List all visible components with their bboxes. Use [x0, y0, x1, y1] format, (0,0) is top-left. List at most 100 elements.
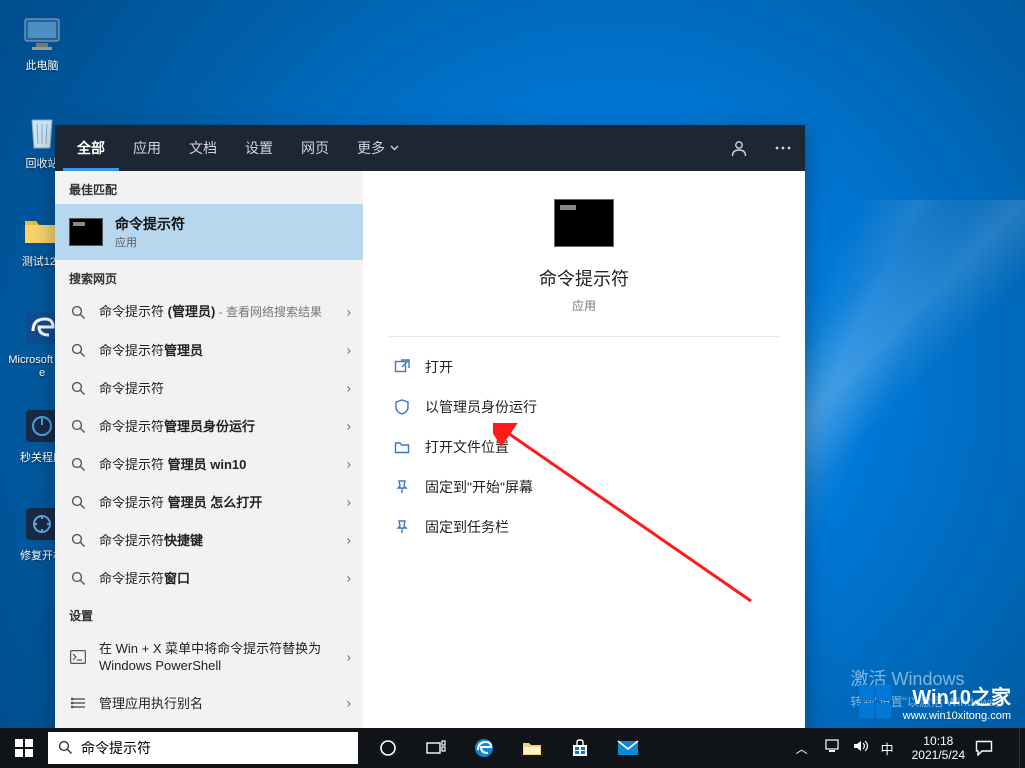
preview-title: 命令提示符 [389, 265, 779, 291]
tray-volume-icon[interactable] [853, 739, 869, 758]
preview-cmd-icon [554, 199, 614, 247]
section-best-match: 最佳匹配 [55, 171, 363, 204]
settings-result[interactable]: 在 Win + X 菜单中将命令提示符替换为 Windows PowerShel… [55, 630, 363, 684]
web-result[interactable]: 命令提示符 (管理员) - 查看网络搜索结果 › [55, 293, 363, 331]
taskbar-edge[interactable] [460, 728, 508, 768]
search-input[interactable] [81, 732, 348, 764]
powershell-setting-icon [69, 648, 87, 666]
settings-result[interactable]: 管理应用执行别名 › [55, 684, 363, 722]
best-match-subtitle: 应用 [115, 234, 185, 250]
action-open[interactable]: 打开 [389, 347, 779, 387]
desktop-icon-label: 回收站 [26, 158, 59, 171]
taskbar-mail[interactable] [604, 728, 652, 768]
tray-overflow-button[interactable]: ︿ [787, 740, 817, 757]
web-result[interactable]: 命令提示符管理员身份运行 › [55, 407, 363, 445]
web-result-text: 命令提示符管理员 [99, 342, 203, 359]
cmd-icon [69, 218, 103, 246]
best-match-title: 命令提示符 [115, 214, 185, 234]
clock-time: 10:18 [912, 734, 965, 748]
action-run-admin[interactable]: 以管理员身份运行 [389, 387, 779, 427]
site-title: Win10之家 [903, 681, 1011, 710]
tab-web[interactable]: 网页 [287, 125, 343, 171]
search-preview-pane: 命令提示符 应用 打开 以管理员身份运行 打开文件位置 固定到"开始"屏幕 [363, 171, 805, 728]
desktop-icon-pc[interactable]: 此电脑 [6, 6, 78, 94]
tray-ime-icon[interactable]: 中 [881, 739, 894, 758]
action-open-location[interactable]: 打开文件位置 [389, 427, 779, 467]
search-tabs: 全部 应用 文档 设置 网页 更多 [55, 125, 805, 171]
chevron-right-icon: › [347, 305, 351, 320]
web-result-text: 命令提示符 [99, 380, 164, 397]
tab-settings[interactable]: 设置 [231, 125, 287, 171]
chevron-right-icon: › [347, 343, 351, 358]
search-icon [69, 379, 87, 397]
task-view-button[interactable] [412, 728, 460, 768]
site-logo-icon [859, 685, 893, 719]
action-pin-start[interactable]: 固定到"开始"屏幕 [389, 467, 779, 507]
action-pin-taskbar[interactable]: 固定到任务栏 [389, 507, 779, 547]
tab-more-label: 更多 [357, 138, 385, 158]
pin-icon [393, 478, 411, 496]
web-result[interactable]: 命令提示符 › [55, 369, 363, 407]
site-url: www.win10xitong.com [903, 710, 1011, 722]
search-icon [69, 417, 87, 435]
site-watermark: Win10之家 www.win10xitong.com [859, 681, 1011, 722]
chevron-right-icon: › [347, 419, 351, 434]
desktop-icon-label: 此电脑 [26, 60, 59, 73]
chevron-right-icon: › [347, 381, 351, 396]
search-results-list: 最佳匹配 命令提示符 应用 搜索网页 命令提示符 (管理员) - 查看网络搜索结… [55, 171, 363, 728]
windows-icon [15, 739, 33, 757]
web-result-text: 命令提示符快捷键 [99, 532, 203, 549]
preview-subtitle: 应用 [389, 297, 779, 314]
cortana-button[interactable] [364, 728, 412, 768]
chevron-right-icon: › [347, 650, 351, 665]
web-result[interactable]: 命令提示符窗口 › [55, 559, 363, 597]
start-button[interactable] [0, 728, 48, 768]
chevron-right-icon: › [347, 571, 351, 586]
tab-docs[interactable]: 文档 [175, 125, 231, 171]
search-icon [69, 531, 87, 549]
clock-date: 2021/5/24 [912, 748, 965, 762]
system-tray: 中 [817, 739, 902, 758]
account-icon[interactable] [717, 125, 761, 171]
taskbar-search-box[interactable] [48, 732, 358, 764]
settings-result-text: 在 Win + X 菜单中将命令提示符替换为 Windows PowerShel… [99, 640, 349, 674]
tab-more[interactable]: 更多 [343, 125, 413, 171]
taskbar-clock[interactable]: 10:18 2021/5/24 [902, 734, 975, 762]
best-match-result[interactable]: 命令提示符 应用 [55, 204, 363, 260]
chevron-right-icon: › [347, 457, 351, 472]
settings-result-text: 管理应用执行别名 [99, 695, 203, 712]
tab-all[interactable]: 全部 [63, 125, 119, 171]
web-result[interactable]: 命令提示符快捷键 › [55, 521, 363, 559]
search-icon [69, 455, 87, 473]
search-icon [69, 303, 87, 321]
web-result-text: 命令提示符窗口 [99, 570, 190, 587]
web-result-text: 命令提示符管理员身份运行 [99, 418, 255, 435]
taskbar: ︿ 中 10:18 2021/5/24 [0, 728, 1025, 768]
taskbar-store[interactable] [556, 728, 604, 768]
chevron-right-icon: › [347, 495, 351, 510]
web-result[interactable]: 命令提示符 管理员 win10 › [55, 445, 363, 483]
pin-icon [393, 518, 411, 536]
show-desktop-button[interactable] [1019, 728, 1025, 768]
admin-icon [393, 398, 411, 416]
search-icon [69, 569, 87, 587]
web-result-text: 命令提示符 管理员 win10 [99, 456, 246, 473]
web-result[interactable]: 命令提示符 管理员 怎么打开 › [55, 483, 363, 521]
web-result-text: 命令提示符 (管理员) - 查看网络搜索结果 [99, 303, 322, 321]
chevron-down-icon [390, 145, 399, 151]
pc-icon [20, 12, 64, 56]
tray-network-icon[interactable] [825, 739, 841, 758]
action-label: 固定到任务栏 [425, 517, 509, 537]
folder-location-icon [393, 438, 411, 456]
action-label: 打开文件位置 [425, 437, 509, 457]
taskbar-explorer[interactable] [508, 728, 556, 768]
chevron-right-icon: › [347, 696, 351, 711]
search-panel: 全部 应用 文档 设置 网页 更多 最佳匹配 命令提示符 应用 [55, 125, 805, 728]
web-result[interactable]: 命令提示符管理员 › [55, 331, 363, 369]
more-options-icon[interactable] [761, 125, 805, 171]
action-center-button[interactable] [975, 740, 1019, 756]
section-web: 搜索网页 [55, 260, 363, 293]
action-label: 固定到"开始"屏幕 [425, 477, 533, 497]
divider [389, 336, 779, 337]
tab-apps[interactable]: 应用 [119, 125, 175, 171]
